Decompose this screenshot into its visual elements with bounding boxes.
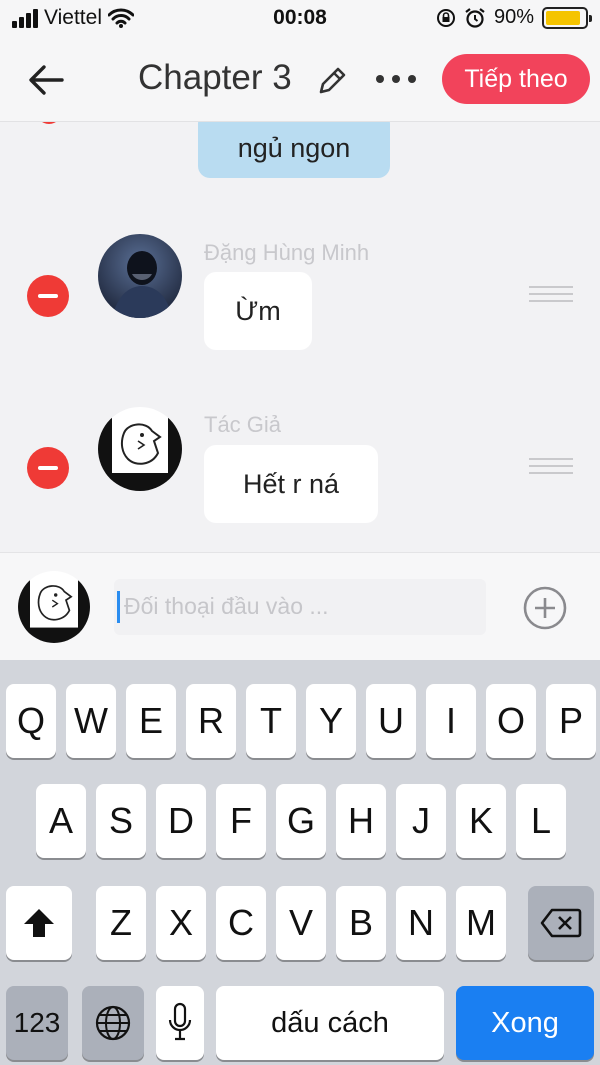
battery-icon: [542, 6, 592, 29]
key-d[interactable]: D: [156, 784, 206, 858]
globe-icon: [95, 1005, 131, 1041]
key-k[interactable]: K: [456, 784, 506, 858]
key-j[interactable]: J: [396, 784, 446, 858]
key-n[interactable]: N: [396, 886, 446, 960]
key-h[interactable]: H: [336, 784, 386, 858]
previous-message-bubble[interactable]: ngủ ngon: [198, 122, 390, 178]
shift-arrow-icon: [24, 909, 54, 937]
pencil-icon: [319, 67, 346, 94]
more-horizontal-icon: [376, 75, 416, 83]
key-s[interactable]: S: [96, 784, 146, 858]
back-button[interactable]: [26, 60, 70, 100]
key-g[interactable]: G: [276, 784, 326, 858]
rotation-lock-icon: [436, 8, 455, 27]
status-right: 90%: [436, 6, 592, 29]
speaker-name: Đặng Hùng Minh: [204, 240, 370, 265]
keyboard: Q W E R T Y U I O P A S D F G H J K L Z …: [0, 660, 600, 1065]
key-l[interactable]: L: [516, 784, 566, 858]
chat-area: ngủ ngon Đặng Hùng Minh Ừm Tác Giả Hết r…: [0, 122, 600, 552]
speaker-name: Tác Giả: [204, 412, 282, 437]
key-y[interactable]: Y: [306, 684, 356, 758]
key-r[interactable]: R: [186, 684, 236, 758]
selected-speaker-avatar[interactable]: [18, 571, 90, 643]
key-c[interactable]: C: [216, 886, 266, 960]
key-b[interactable]: B: [336, 886, 386, 960]
key-i[interactable]: I: [426, 684, 476, 758]
key-o[interactable]: O: [486, 684, 536, 758]
plus-circle-icon: [523, 586, 567, 630]
battery-percent: 90%: [493, 6, 534, 28]
key-x[interactable]: X: [156, 886, 206, 960]
key-q[interactable]: Q: [6, 684, 56, 758]
shift-key[interactable]: [6, 886, 72, 960]
delete-key[interactable]: [528, 886, 594, 960]
next-button[interactable]: Tiếp theo: [442, 54, 590, 104]
done-key[interactable]: Xong: [456, 986, 594, 1060]
key-e[interactable]: E: [126, 684, 176, 758]
space-key[interactable]: dấu cách: [216, 986, 444, 1060]
text-caret: [117, 591, 120, 623]
remove-button-partial[interactable]: [36, 122, 62, 124]
key-w[interactable]: W: [66, 684, 116, 758]
key-a[interactable]: A: [36, 784, 86, 858]
remove-message-button[interactable]: [27, 447, 69, 489]
message-bubble[interactable]: Ừm: [204, 272, 312, 350]
avatar[interactable]: [98, 234, 182, 318]
message-bubble[interactable]: Hết r ná: [204, 445, 378, 523]
key-p[interactable]: P: [546, 684, 596, 758]
microphone-icon: [168, 1002, 192, 1041]
input-placeholder: Đối thoại đầu vào ...: [124, 593, 329, 619]
chapter-title: Chapter 3: [138, 58, 292, 97]
status-bar: Viettel 00:08 90%: [0, 0, 600, 40]
backspace-icon: [540, 908, 582, 938]
key-u[interactable]: U: [366, 684, 416, 758]
edit-title-button[interactable]: [315, 64, 349, 98]
key-z[interactable]: Z: [96, 886, 146, 960]
composer: Đối thoại đầu vào ...: [0, 552, 600, 660]
key-f[interactable]: F: [216, 784, 266, 858]
key-t[interactable]: T: [246, 684, 296, 758]
numbers-key[interactable]: 123: [6, 986, 68, 1060]
key-v[interactable]: V: [276, 886, 326, 960]
alarm-icon: [465, 7, 485, 28]
key-m[interactable]: M: [456, 886, 506, 960]
dialogue-input[interactable]: Đối thoại đầu vào ...: [114, 579, 486, 635]
avatar[interactable]: [98, 407, 182, 491]
avatar-image: [18, 571, 90, 643]
globe-key[interactable]: [82, 986, 144, 1060]
more-options-button[interactable]: [374, 64, 418, 94]
avatar-image: [98, 234, 182, 318]
avatar-image: [98, 407, 182, 491]
dictation-key[interactable]: [156, 986, 204, 1060]
nav-bar: Chapter 3 Tiếp theo: [0, 40, 600, 122]
arrow-left-icon: [29, 65, 64, 95]
battery-fill: [546, 10, 581, 25]
drag-handle[interactable]: [529, 458, 573, 476]
add-button[interactable]: [522, 585, 568, 631]
remove-message-button[interactable]: [27, 275, 69, 317]
drag-handle[interactable]: [529, 286, 573, 304]
